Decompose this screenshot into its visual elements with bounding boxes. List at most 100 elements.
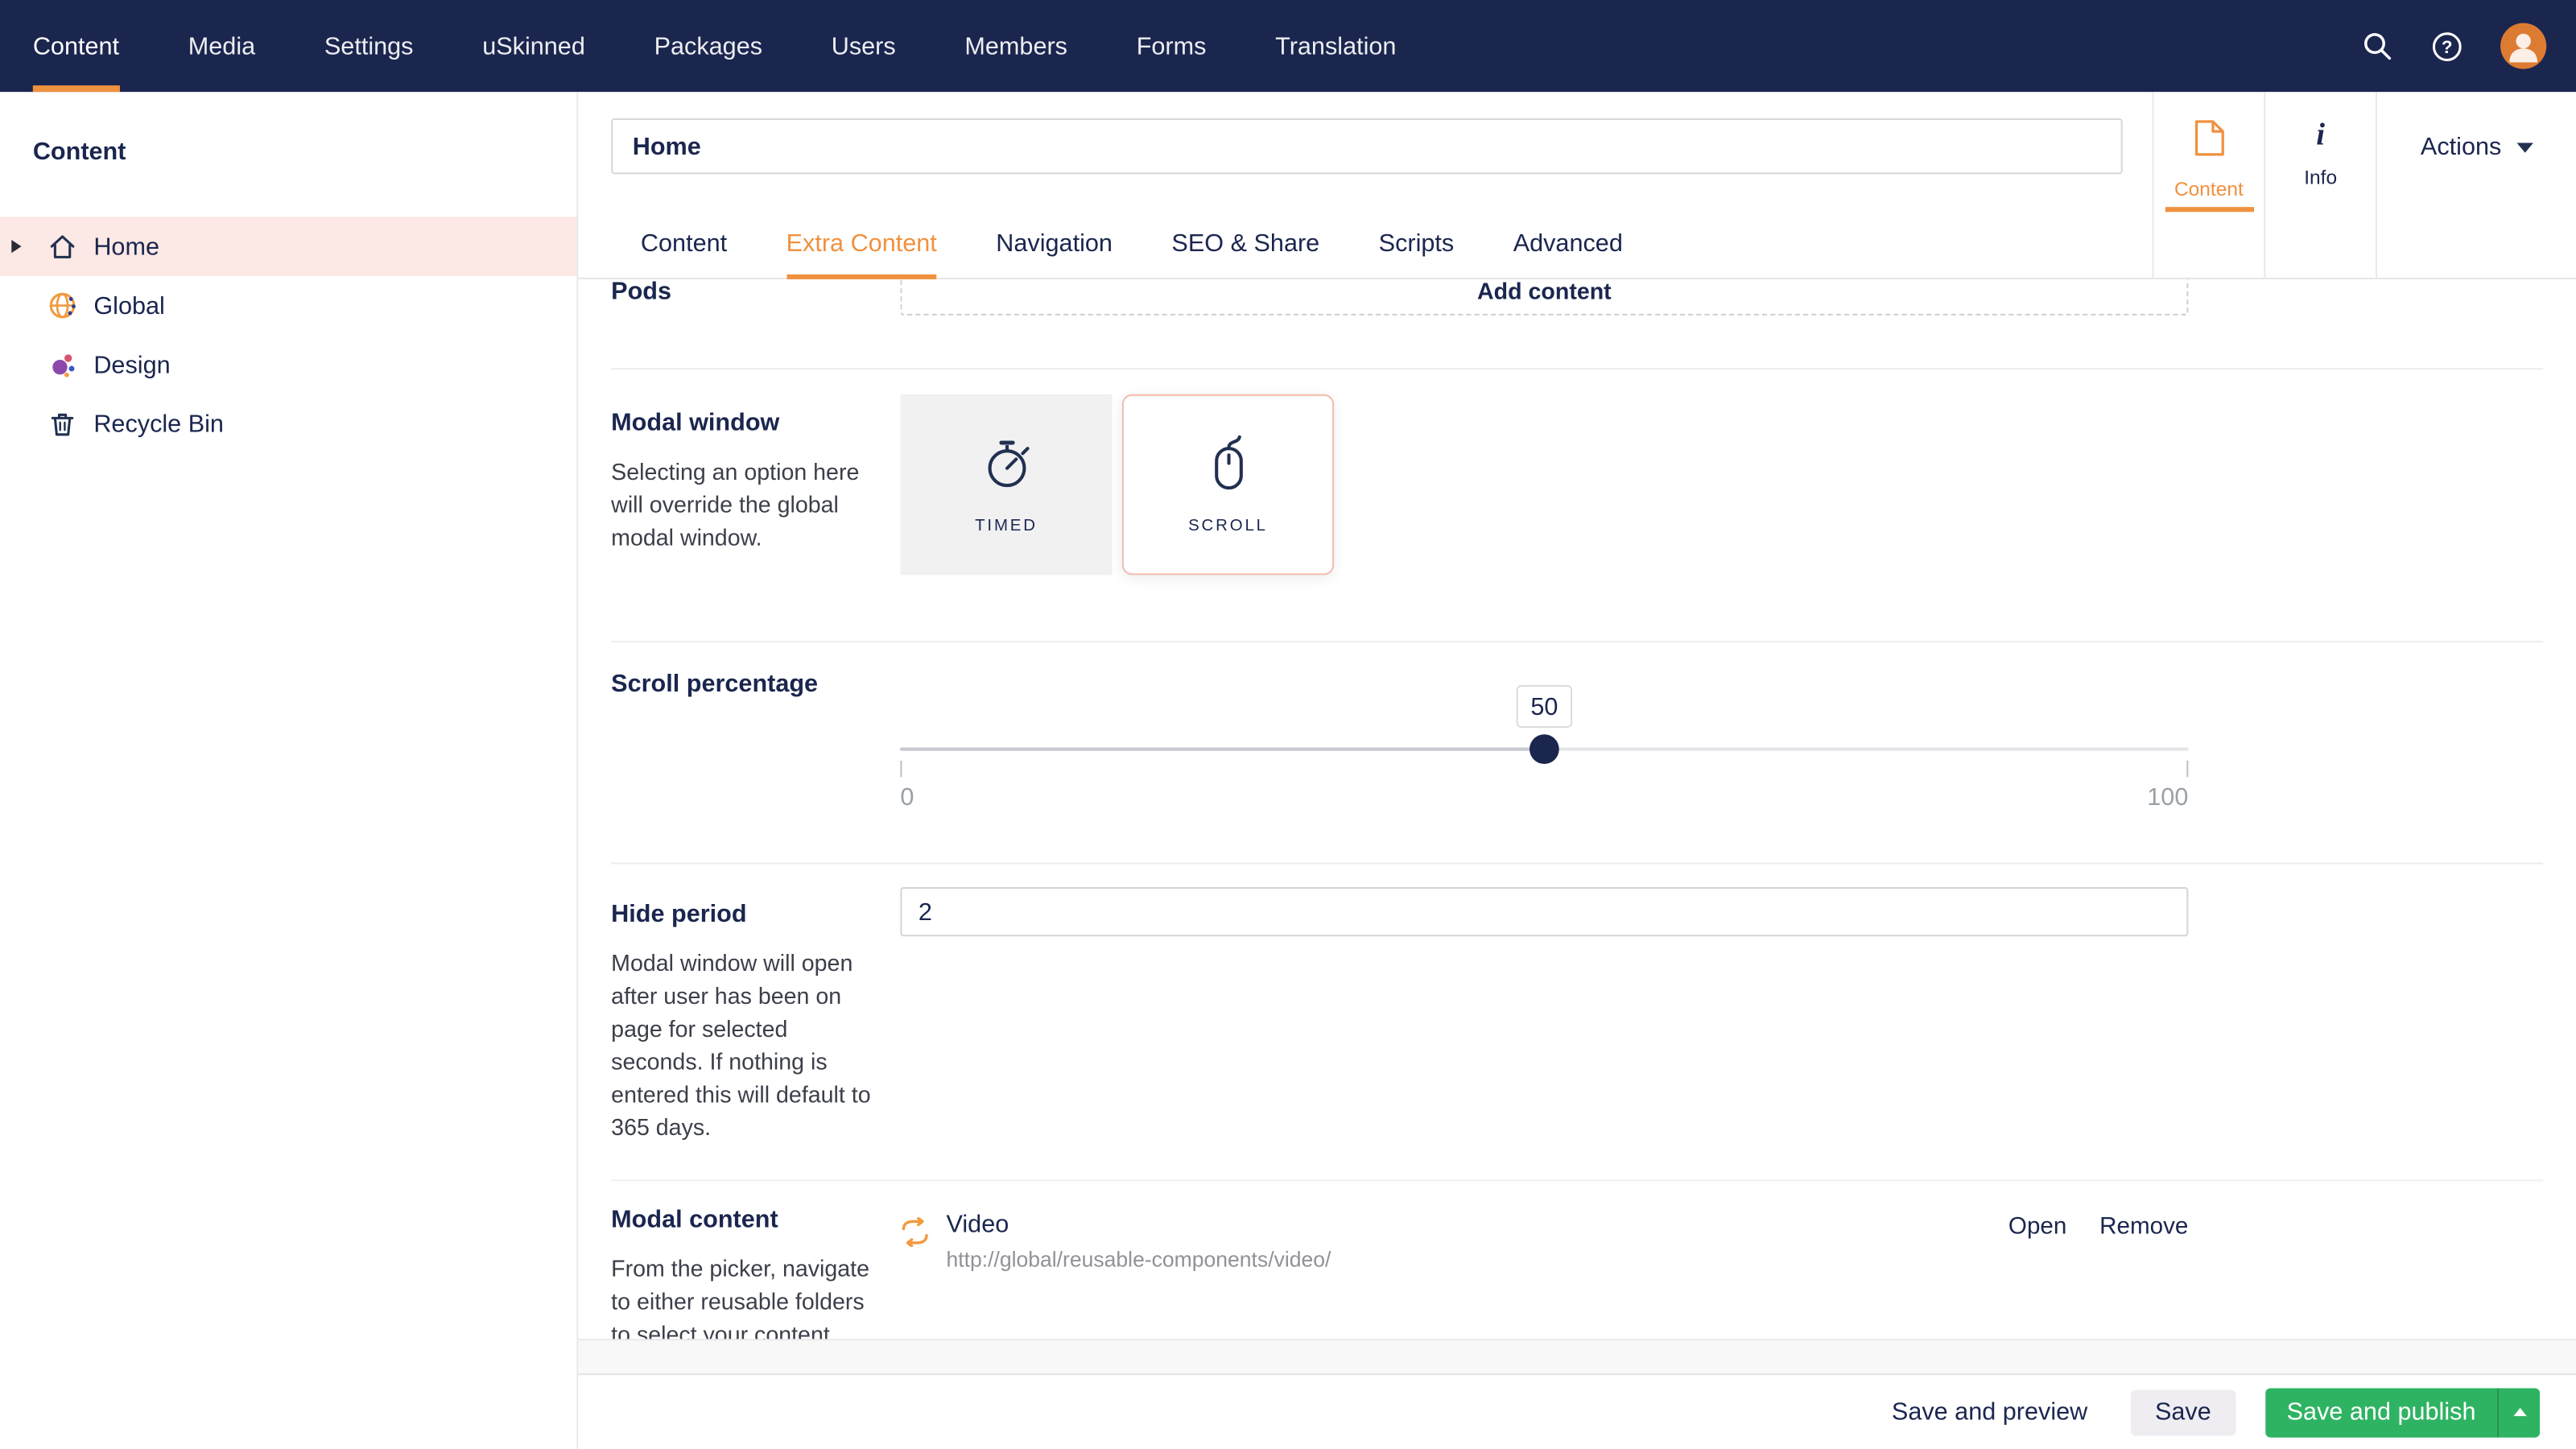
trash-icon — [46, 407, 79, 440]
app-tab-info-label: Info — [2304, 166, 2337, 189]
app-tab-content[interactable]: Content — [2152, 92, 2264, 278]
section-nav: Content Media Settings uSkinned Packages… — [0, 0, 1465, 92]
chevron-down-icon — [2516, 143, 2533, 153]
tree-item-recycle-bin[interactable]: Recycle Bin — [0, 394, 576, 453]
page-title-input[interactable] — [611, 118, 2123, 174]
help-icon[interactable]: ? — [2429, 29, 2464, 64]
tab-extra-content[interactable]: Extra Content — [757, 208, 967, 278]
app-tab-info[interactable]: i Info — [2264, 92, 2376, 278]
editor-header: Content Extra Content Navigation SEO & S… — [578, 92, 2576, 279]
save-button[interactable]: Save — [2130, 1389, 2235, 1435]
slider-value-bubble: 50 — [1517, 685, 1572, 728]
stopwatch-icon — [976, 434, 1035, 502]
nav-content[interactable]: Content — [33, 0, 119, 92]
chevron-up-icon[interactable] — [2497, 1387, 2540, 1436]
sidebar-title: Content — [0, 92, 576, 171]
nav-forms[interactable]: Forms — [1137, 0, 1207, 92]
tree-item-design[interactable]: Design — [0, 335, 576, 394]
slider-fill — [900, 748, 1544, 751]
search-icon[interactable] — [2361, 30, 2394, 63]
hide-period-row: Hide period Modal window will open after… — [611, 864, 2543, 1181]
tree-item-label: Design — [93, 351, 170, 379]
active-tab-underline — [2165, 207, 2253, 212]
slider-tick-max — [2186, 761, 2188, 777]
tab-seo-share[interactable]: SEO & Share — [1142, 208, 1349, 278]
slider-tick-min — [900, 761, 902, 777]
modal-option-scroll[interactable]: SCROLL — [1122, 394, 1334, 575]
content-tree-sidebar: Content Home Global Design — [0, 92, 578, 1449]
tree-item-global[interactable]: Global — [0, 276, 576, 335]
bottom-strip — [578, 1340, 2576, 1373]
hide-period-label: Hide period — [611, 898, 884, 931]
picked-item-actions: Open Remove — [2008, 1214, 2188, 1241]
nav-translation[interactable]: Translation — [1275, 0, 1396, 92]
remove-link[interactable]: Remove — [2099, 1214, 2188, 1241]
tab-content[interactable]: Content — [611, 208, 757, 278]
nav-packages[interactable]: Packages — [654, 0, 762, 92]
nav-members[interactable]: Members — [964, 0, 1067, 92]
open-link[interactable]: Open — [2008, 1214, 2066, 1241]
mouse-icon — [1199, 434, 1257, 502]
tree-item-label: Recycle Bin — [93, 410, 224, 438]
tree-item-label: Global — [93, 291, 164, 320]
app-tab-content-label: Content — [2174, 177, 2244, 200]
tab-scripts[interactable]: Scripts — [1349, 208, 1484, 278]
modal-content-description: From the picker, navigate to either reus… — [611, 1252, 877, 1340]
nav-media[interactable]: Media — [188, 0, 255, 92]
pods-row: Pods Add content — [611, 279, 2543, 369]
nav-users[interactable]: Users — [832, 0, 896, 92]
slider-min-label: 0 — [900, 783, 914, 811]
editor-header-left: Content Extra Content Navigation SEO & S… — [578, 92, 2152, 278]
modal-window-label: Modal window — [611, 407, 884, 440]
slider-max-label: 100 — [2147, 783, 2188, 811]
scroll-percentage-slider[interactable]: 50 0 100 — [900, 669, 2188, 820]
save-and-publish-button[interactable]: Save and publish — [2265, 1387, 2540, 1436]
picked-item-title: Video — [947, 1211, 1331, 1241]
picked-content-item: Video http://global/reusable-components/… — [900, 1204, 2188, 1340]
modal-content-row: Modal content From the picker, navigate … — [611, 1181, 2543, 1340]
slider-thumb[interactable] — [1530, 734, 1559, 764]
picked-item-text: Video http://global/reusable-components/… — [947, 1211, 1331, 1272]
avatar[interactable] — [2500, 23, 2546, 69]
content-tabs: Content Extra Content Navigation SEO & S… — [611, 208, 2152, 278]
add-content-button[interactable]: Add content — [900, 279, 2188, 316]
save-and-publish-label: Save and publish — [2265, 1387, 2497, 1436]
repeat-icon — [900, 1217, 930, 1247]
svg-text:?: ? — [2442, 36, 2453, 56]
design-icon — [46, 349, 79, 382]
app: Content Media Settings uSkinned Packages… — [0, 0, 2576, 1449]
hide-period-input[interactable] — [900, 887, 2188, 936]
modal-option-timed[interactable]: TIMED — [900, 394, 1112, 575]
info-icon: i — [2316, 118, 2325, 155]
hide-period-description: Modal window will open after user has be… — [611, 947, 877, 1144]
content-tree: Home Global Design Recycle Bin — [0, 217, 576, 453]
modal-option-scroll-label: SCROLL — [1188, 518, 1268, 535]
tab-navigation[interactable]: Navigation — [967, 208, 1142, 278]
modal-content-label: Modal content — [611, 1204, 884, 1237]
nav-settings[interactable]: Settings — [324, 0, 414, 92]
actions-label: Actions — [2421, 133, 2501, 278]
home-icon — [46, 230, 79, 263]
picked-item-url: http://global/reusable-components/video/ — [947, 1247, 1331, 1272]
pods-label: Pods — [611, 279, 884, 309]
tab-advanced[interactable]: Advanced — [1484, 208, 1653, 278]
tree-item-home[interactable]: Home — [0, 217, 576, 275]
document-icon — [2190, 118, 2227, 166]
save-and-preview-link[interactable]: Save and preview — [1892, 1398, 2087, 1426]
top-navigation: Content Media Settings uSkinned Packages… — [0, 0, 2576, 92]
scroll-percentage-label: Scroll percentage — [611, 669, 884, 702]
scroll-percentage-row: Scroll percentage 50 0 100 — [611, 642, 2543, 865]
nav-uskinned[interactable]: uSkinned — [482, 0, 585, 92]
chevron-right-icon[interactable] — [11, 240, 21, 253]
globe-icon — [46, 289, 79, 322]
modal-option-timed-label: TIMED — [975, 518, 1038, 535]
slider-value: 50 — [1530, 692, 1558, 720]
modal-window-row: Modal window Selecting an option here wi… — [611, 369, 2543, 642]
editor-main: Content Extra Content Navigation SEO & S… — [578, 92, 2576, 1449]
tree-item-label: Home — [93, 233, 159, 261]
topnav-right: ? — [2361, 0, 2576, 92]
actions-dropdown[interactable]: Actions — [2376, 92, 2576, 278]
editor-footer: Save and preview Save Save and publish — [578, 1373, 2576, 1449]
editor-body: Pods Add content Modal window Selecting … — [578, 279, 2576, 1340]
modal-window-description: Selecting an option here will override t… — [611, 455, 877, 553]
